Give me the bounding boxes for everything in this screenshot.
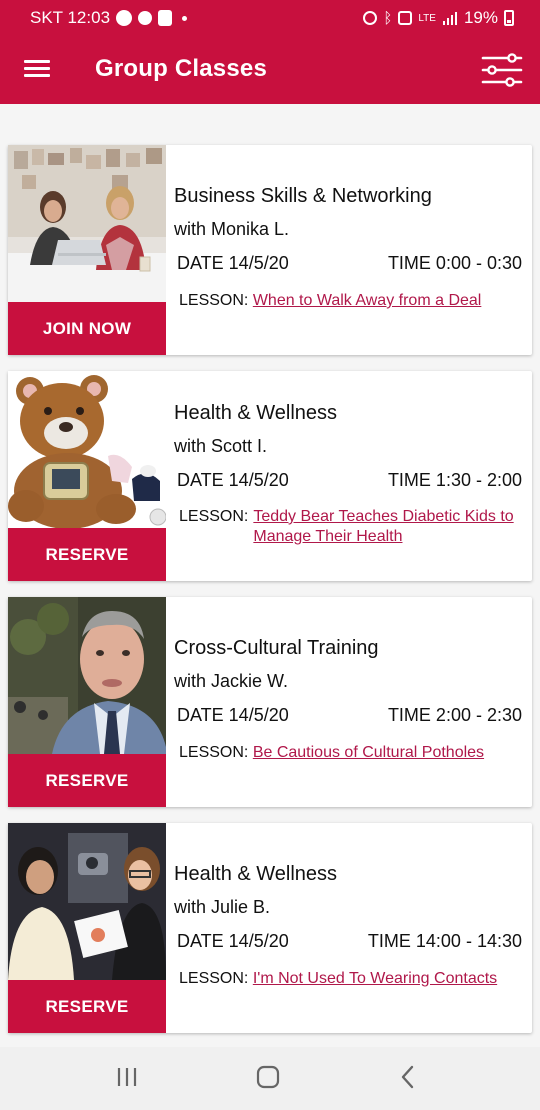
notification-icon <box>138 11 153 25</box>
class-card-body: Health & Wellness with Julie B. DATE 14/… <box>174 823 524 1033</box>
class-lesson: LESSON: Teddy Bear Teaches Diabetic Kids… <box>179 507 524 547</box>
class-image <box>8 145 166 302</box>
class-date: DATE 14/5/20 <box>177 470 289 490</box>
class-date: DATE 14/5/20 <box>177 931 289 951</box>
alarm-icon <box>363 11 378 25</box>
lesson-link[interactable]: Be Cautious of Cultural Potholes <box>253 744 484 761</box>
lesson-label: LESSON: <box>179 744 249 761</box>
status-left: SKT 12:03 <box>30 8 188 28</box>
class-lesson: LESSON: Be Cautious of Cultural Potholes <box>179 743 524 763</box>
lesson-link[interactable]: When to Walk Away from a Deal <box>253 292 482 309</box>
class-category: Business Skills & Networking <box>174 185 432 207</box>
class-card-media: JOIN NOW <box>8 145 166 355</box>
class-time: TIME 2:00 - 2:30 <box>387 705 522 725</box>
lesson-label: LESSON: <box>179 970 249 987</box>
mute-icon <box>398 11 413 25</box>
class-instructor: with Monika L. <box>174 219 290 239</box>
class-card: RESERVE Health & Wellness with Scott I. … <box>8 371 532 581</box>
class-card-body: Cross-Cultural Training with Jackie W. D… <box>174 597 524 807</box>
class-date: DATE 14/5/20 <box>177 705 289 725</box>
class-lesson: LESSON: When to Walk Away from a Deal <box>179 291 524 311</box>
class-time: TIME 0:00 - 0:30 <box>387 253 522 273</box>
class-image <box>8 597 166 754</box>
reserve-button[interactable]: RESERVE <box>8 754 166 807</box>
class-date: DATE 14/5/20 <box>177 253 289 273</box>
sliders-filter-icon[interactable] <box>480 50 524 90</box>
class-category: Health & Wellness <box>174 863 338 885</box>
back-icon[interactable] <box>398 1064 418 1095</box>
lesson-link[interactable]: Teddy Bear Teaches Diabetic Kids to Mana… <box>253 507 518 547</box>
class-instructor: with Scott I. <box>174 436 268 456</box>
home-icon[interactable] <box>256 1064 280 1095</box>
lesson-link[interactable]: I'm Not Used To Wearing Contacts <box>253 970 497 987</box>
more-notifications-icon <box>182 15 188 21</box>
status-right: ᛒ LTE 19% <box>363 8 514 28</box>
class-time: TIME 1:30 - 2:00 <box>387 470 522 490</box>
bluetooth-icon: ᛒ <box>383 9 393 27</box>
class-lesson: LESSON: I'm Not Used To Wearing Contacts <box>179 969 524 989</box>
hamburger-menu-icon[interactable] <box>24 57 50 79</box>
class-card-body: Business Skills & Networking with Monika… <box>174 145 524 355</box>
recent-apps-icon[interactable] <box>116 1064 138 1095</box>
battery-percent: 19% <box>463 8 498 27</box>
class-card: RESERVE Health & Wellness with Julie B. … <box>8 823 532 1033</box>
app-bar: Group Classes <box>0 36 540 104</box>
notification-icon <box>158 10 173 26</box>
battery-icon <box>504 10 514 26</box>
status-time: SKT 12:03 <box>30 8 111 27</box>
notification-icon <box>116 10 133 26</box>
class-category: Cross-Cultural Training <box>174 637 379 659</box>
class-image <box>8 823 166 980</box>
class-card: JOIN NOW Business Skills & Networking wi… <box>8 145 532 355</box>
status-bar: SKT 12:03 ᛒ LTE 19% <box>0 0 540 36</box>
signal-icon <box>442 12 457 25</box>
join-now-button[interactable]: JOIN NOW <box>8 302 166 355</box>
class-instructor: with Julie B. <box>174 897 271 917</box>
class-time: TIME 14:00 - 14:30 <box>367 931 522 951</box>
lesson-label: LESSON: <box>179 508 249 525</box>
class-card-media: RESERVE <box>8 597 166 807</box>
system-nav-bar <box>0 1047 540 1110</box>
class-card-media: RESERVE <box>8 823 166 1033</box>
lesson-label: LESSON: <box>179 292 249 309</box>
page-title: Group Classes <box>95 55 267 82</box>
class-card-media: RESERVE <box>8 371 166 581</box>
class-card: RESERVE Cross-Cultural Training with Jac… <box>8 597 532 807</box>
network-type: LTE <box>418 12 436 24</box>
class-instructor: with Jackie W. <box>174 671 289 691</box>
class-category: Health & Wellness <box>174 402 338 424</box>
class-image <box>8 371 166 528</box>
class-card-body: Health & Wellness with Scott I. DATE 14/… <box>174 371 524 581</box>
reserve-button[interactable]: RESERVE <box>8 980 166 1033</box>
reserve-button[interactable]: RESERVE <box>8 528 166 581</box>
